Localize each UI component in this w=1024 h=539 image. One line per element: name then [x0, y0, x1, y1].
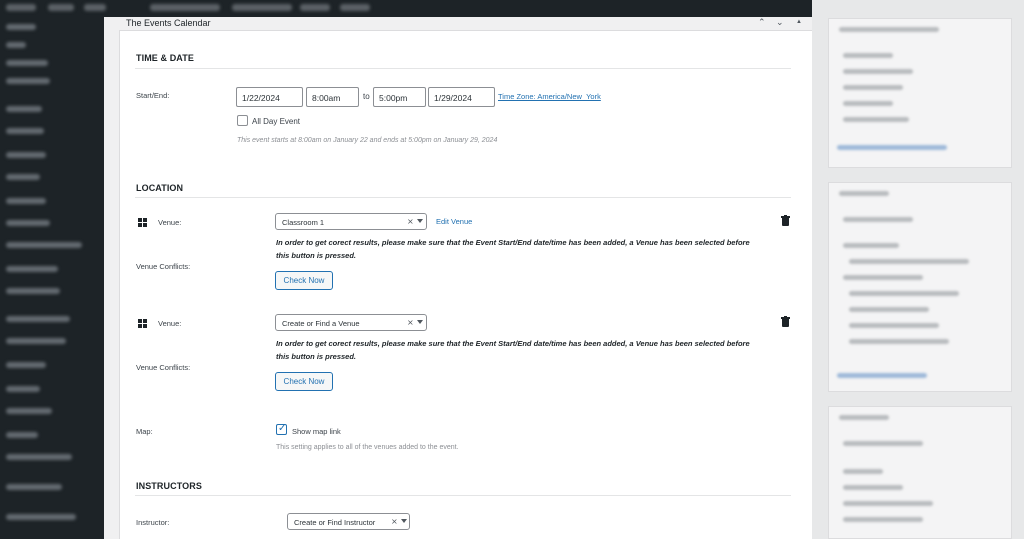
- check-now-button[interactable]: Check Now: [275, 372, 333, 391]
- sidebar-metaboxes: [812, 0, 1024, 539]
- chevron-up-icon[interactable]: ⌃: [758, 17, 766, 28]
- section-divider: [135, 68, 791, 69]
- instructors-heading: INSTRUCTORS: [136, 481, 202, 491]
- map-setting-note: This setting applies to all of the venue…: [276, 444, 459, 451]
- start-end-label: Start/End:: [136, 91, 170, 100]
- instructor-select-value: Create or Find Instructor: [294, 518, 376, 527]
- chevron-down-icon[interactable]: ⌄: [776, 17, 784, 28]
- location-heading: LOCATION: [136, 183, 184, 193]
- section-divider: [135, 197, 791, 198]
- time-date-heading: TIME & DATE: [136, 53, 194, 63]
- show-map-link-checkbox[interactable]: [276, 423, 287, 435]
- venue-conflicts-label: Venue Conflicts:: [136, 262, 191, 271]
- venue-label: Venue:: [158, 319, 182, 328]
- trash-icon[interactable]: [781, 215, 790, 226]
- show-map-link-label: Show map link: [292, 427, 341, 436]
- dropdown-arrow-icon[interactable]: [417, 320, 423, 324]
- instructor-select[interactable]: Create or Find Instructor ×: [287, 513, 410, 530]
- edit-venue-link[interactable]: Edit Venue: [436, 217, 472, 226]
- all-day-label: All Day Event: [252, 117, 301, 126]
- start-time-input[interactable]: 8:00am: [306, 87, 359, 107]
- warning-line: this button is pressed.: [276, 250, 357, 260]
- warning-line: In order to get corect results, please m…: [276, 238, 750, 247]
- venue-select-value: Classroom 1: [282, 218, 325, 227]
- venue-conflicts-warning: In order to get corect results, please m…: [276, 338, 816, 363]
- events-calendar-metabox: The Events Calendar ⌃ ⌄ ▲ TIME & DATE St…: [104, 17, 812, 539]
- metabox-content: TIME & DATE Start/End: 1/22/2024 8:00am …: [119, 30, 812, 539]
- warning-line: In order to get corect results, please m…: [276, 339, 750, 348]
- map-label: Map:: [136, 427, 153, 436]
- to-label: to: [363, 92, 370, 101]
- trash-icon[interactable]: [781, 316, 790, 327]
- start-date-input[interactable]: 1/22/2024: [236, 87, 303, 107]
- venue-conflicts-label: Venue Conflicts:: [136, 363, 191, 372]
- check-now-button[interactable]: Check Now: [275, 271, 333, 290]
- warning-line: this button is pressed.: [276, 351, 357, 361]
- clear-icon[interactable]: ×: [407, 318, 414, 327]
- instructor-label: Instructor:: [136, 518, 170, 527]
- section-divider: [135, 495, 791, 496]
- drag-handle-icon[interactable]: [138, 319, 147, 328]
- venue-select[interactable]: Create or Find a Venue ×: [275, 314, 427, 331]
- all-day-checkbox[interactable]: [237, 115, 248, 126]
- end-date-input[interactable]: 1/29/2024: [428, 87, 495, 107]
- dropdown-arrow-icon[interactable]: [401, 519, 407, 523]
- dropdown-arrow-icon[interactable]: [417, 219, 423, 223]
- venue-conflicts-warning: In order to get corect results, please m…: [276, 237, 816, 262]
- event-time-summary: This event starts at 8:00am on January 2…: [237, 137, 498, 144]
- clear-icon[interactable]: ×: [407, 217, 414, 226]
- drag-handle-icon[interactable]: [138, 218, 147, 227]
- end-time-input[interactable]: 5:00pm: [373, 87, 426, 107]
- metabox-header: The Events Calendar ⌃ ⌄ ▲: [104, 17, 812, 29]
- metabox-title: The Events Calendar: [126, 18, 211, 28]
- venue-select-value: Create or Find a Venue: [282, 319, 360, 328]
- collapse-arrow-icon[interactable]: ▲: [796, 19, 802, 25]
- clear-icon[interactable]: ×: [391, 517, 398, 526]
- venue-label: Venue:: [158, 218, 182, 227]
- venue-select[interactable]: Classroom 1 ×: [275, 213, 427, 230]
- timezone-link[interactable]: Time Zone: America/New_York: [498, 92, 601, 101]
- admin-sidebar: [0, 16, 104, 539]
